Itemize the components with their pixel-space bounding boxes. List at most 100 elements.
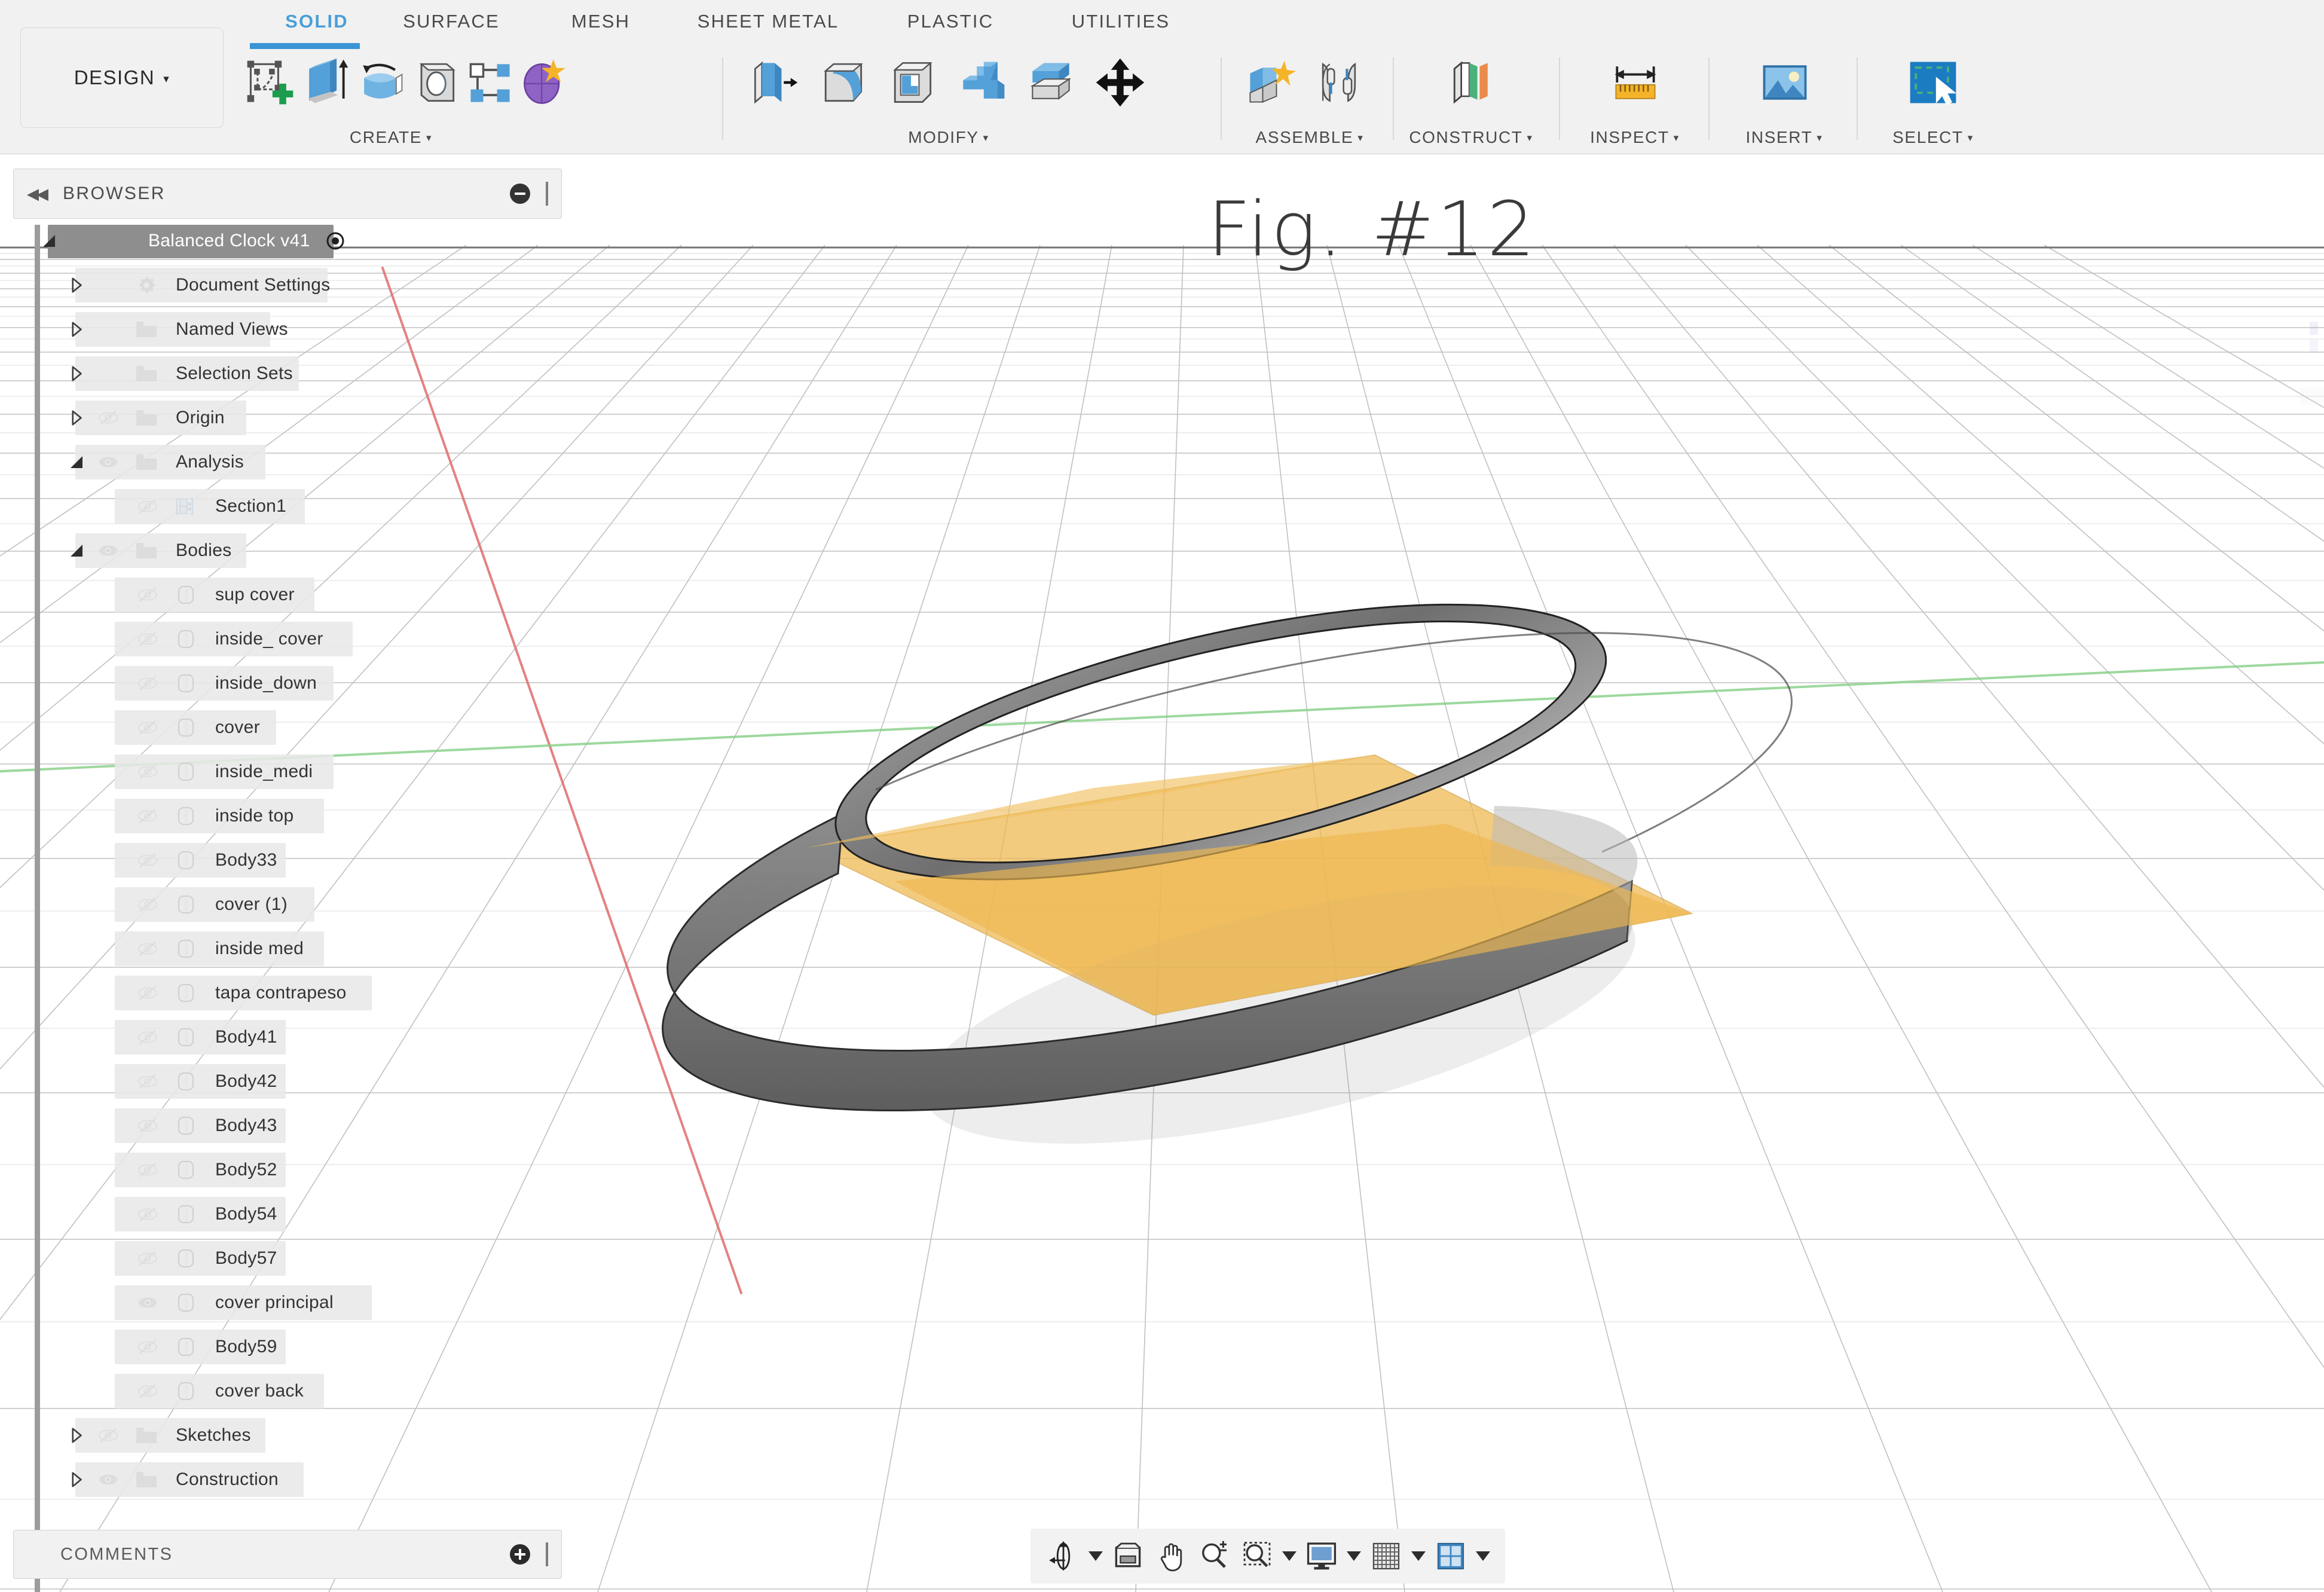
tree-item-sketches[interactable]: Sketches <box>13 1413 562 1457</box>
chevron-right-icon[interactable] <box>65 1471 88 1489</box>
form-icon[interactable] <box>518 47 573 118</box>
tree-item-document-settings[interactable]: Document Settings <box>13 263 562 307</box>
display-settings-icon[interactable] <box>1301 1534 1343 1578</box>
tree-item-label: inside top <box>215 806 294 826</box>
chevron-right-icon[interactable] <box>65 409 88 427</box>
shell-icon[interactable] <box>877 47 947 118</box>
tree-item-body33[interactable]: Body33 <box>13 838 562 882</box>
tab-solid[interactable]: SOLID <box>263 0 371 43</box>
combine-icon[interactable] <box>947 47 1016 118</box>
chevron-down-icon[interactable] <box>65 453 88 471</box>
browser-panel-header[interactable]: ◀◀ BROWSER <box>13 169 562 219</box>
tree-item-named-views[interactable]: Named Views <box>13 307 562 352</box>
tree-item-construction[interactable]: Construction <box>13 1457 562 1502</box>
panel-resize-handle[interactable] <box>546 182 548 206</box>
collapse-left-icon[interactable]: ◀◀ <box>27 185 48 203</box>
measure-icon[interactable] <box>1601 47 1670 118</box>
tree-item-label: Body57 <box>215 1248 277 1268</box>
zoom-window-icon[interactable] <box>1236 1534 1278 1578</box>
panel-label-create[interactable]: CREATE ▾ <box>238 128 544 147</box>
display-dropdown-caret-icon[interactable] <box>1344 1534 1364 1578</box>
chevron-right-icon[interactable] <box>65 320 88 338</box>
panel-construct: CONSTRUCT ▾ <box>1400 43 1542 154</box>
orbit-dropdown-caret-icon[interactable] <box>1085 1534 1106 1578</box>
chevron-down-icon[interactable] <box>65 542 88 560</box>
tree-item-body52[interactable]: Body52 <box>13 1148 562 1192</box>
new-component-icon[interactable] <box>1235 47 1304 118</box>
tree-item-analysis[interactable]: Analysis <box>13 440 562 484</box>
tree-item-body57[interactable]: Body57 <box>13 1236 562 1281</box>
plus-circle-icon[interactable] <box>510 1544 530 1565</box>
panel-resize-handle[interactable] <box>546 1542 548 1566</box>
viewcube-ghost[interactable] <box>2288 298 2324 411</box>
zoom-icon[interactable] <box>1193 1534 1235 1578</box>
tree-item-balanced-clock-v41[interactable]: Balanced Clock v41 <box>13 219 562 263</box>
panel-label-assemble[interactable]: ASSEMBLE ▾ <box>1229 128 1390 147</box>
offset-plane-icon[interactable] <box>1437 47 1506 118</box>
chevron-right-icon[interactable] <box>65 365 88 383</box>
minus-circle-icon[interactable] <box>510 184 530 204</box>
tree-item-body43[interactable]: Body43 <box>13 1104 562 1148</box>
browser-tree: Balanced Clock v41 Document Settings Named… <box>13 219 562 1592</box>
tree-item-cover-principal[interactable]: cover principal <box>13 1281 562 1325</box>
tree-item-inside-med[interactable]: inside med <box>13 927 562 971</box>
tree-item-sup-cover[interactable]: sup cover <box>13 573 562 617</box>
tree-item-label: Analysis <box>176 452 244 472</box>
panel-label-modify[interactable]: MODIFY ▾ <box>730 128 1167 147</box>
tree-item-body59[interactable]: Body59 <box>13 1325 562 1369</box>
panel-label-inspect[interactable]: INSPECT ▾ <box>1566 128 1704 147</box>
select-window-icon[interactable] <box>1898 47 1968 118</box>
tree-item-selection-sets[interactable]: Selection Sets <box>13 352 562 396</box>
offset-face-icon[interactable] <box>1016 47 1085 118</box>
tree-item-tapa-contrapeso[interactable]: tapa contrapeso <box>13 971 562 1015</box>
tree-item-bodies[interactable]: Bodies <box>13 528 562 573</box>
tab-surface[interactable]: SURFACE <box>371 0 532 43</box>
panel-label-construct[interactable]: CONSTRUCT ▾ <box>1400 128 1542 147</box>
orbit-icon[interactable] <box>1042 1534 1084 1578</box>
tab-sheet-metal[interactable]: SHEET METAL <box>669 0 867 43</box>
tree-item-section1[interactable]: Section1 <box>13 484 562 528</box>
create-sketch-icon[interactable] <box>243 47 298 118</box>
grid-snaps-icon[interactable] <box>1365 1534 1407 1578</box>
chevron-right-icon[interactable] <box>65 1426 88 1444</box>
joint-icon[interactable] <box>1304 47 1374 118</box>
tab-mesh[interactable]: MESH <box>532 0 669 43</box>
extrude-icon[interactable] <box>298 47 353 118</box>
tree-item-inside-down[interactable]: inside_down <box>13 661 562 705</box>
tree-item-cover[interactable]: cover <box>13 705 562 750</box>
tree-item-body54[interactable]: Body54 <box>13 1192 562 1236</box>
grid-dropdown-caret-icon[interactable] <box>1408 1534 1429 1578</box>
pattern-icon[interactable] <box>463 47 518 118</box>
tree-item-body41[interactable]: Body41 <box>13 1015 562 1059</box>
tree-item-inside-top[interactable]: inside top <box>13 794 562 838</box>
tree-item-inside-medi[interactable]: inside_medi <box>13 750 562 794</box>
revolve-icon[interactable] <box>353 47 408 118</box>
zoom-dropdown-caret-icon[interactable] <box>1279 1534 1299 1578</box>
viewports-dropdown-caret-icon[interactable] <box>1473 1534 1493 1578</box>
tree-item-cover-back[interactable]: cover back <box>13 1369 562 1413</box>
tree-item-body42[interactable]: Body42 <box>13 1059 562 1104</box>
tree-item-label: Body43 <box>215 1116 277 1135</box>
tree-item-label: inside med <box>215 939 304 958</box>
activate-component-toggle[interactable] <box>323 229 347 253</box>
chevron-down-icon[interactable] <box>37 232 61 250</box>
viewports-icon[interactable] <box>1430 1534 1472 1578</box>
tree-item-cover-1[interactable]: cover (1) <box>13 882 562 927</box>
tab-plastic[interactable]: PLASTIC <box>867 0 1034 43</box>
comments-panel-header[interactable]: COMMENTS <box>13 1530 562 1579</box>
panel-label-insert[interactable]: INSERT ▾ <box>1716 128 1853 147</box>
panel-separator <box>722 57 723 140</box>
move-copy-icon[interactable] <box>1085 47 1155 118</box>
look-at-icon[interactable] <box>1107 1534 1149 1578</box>
pan-icon[interactable] <box>1150 1534 1192 1578</box>
tab-utilities[interactable]: UTILITIES <box>1034 0 1207 43</box>
tree-item-inside-cover[interactable]: inside_ cover <box>13 617 562 661</box>
sweep-icon[interactable] <box>408 47 463 118</box>
chevron-right-icon[interactable] <box>65 276 88 294</box>
tree-item-label: Body41 <box>215 1027 277 1047</box>
insert-image-icon[interactable] <box>1750 47 1820 118</box>
press-pull-icon[interactable] <box>739 47 808 118</box>
fillet-icon[interactable] <box>808 47 877 118</box>
tree-item-origin[interactable]: Origin <box>13 396 562 440</box>
panel-label-select[interactable]: SELECT ▾ <box>1864 128 2002 147</box>
